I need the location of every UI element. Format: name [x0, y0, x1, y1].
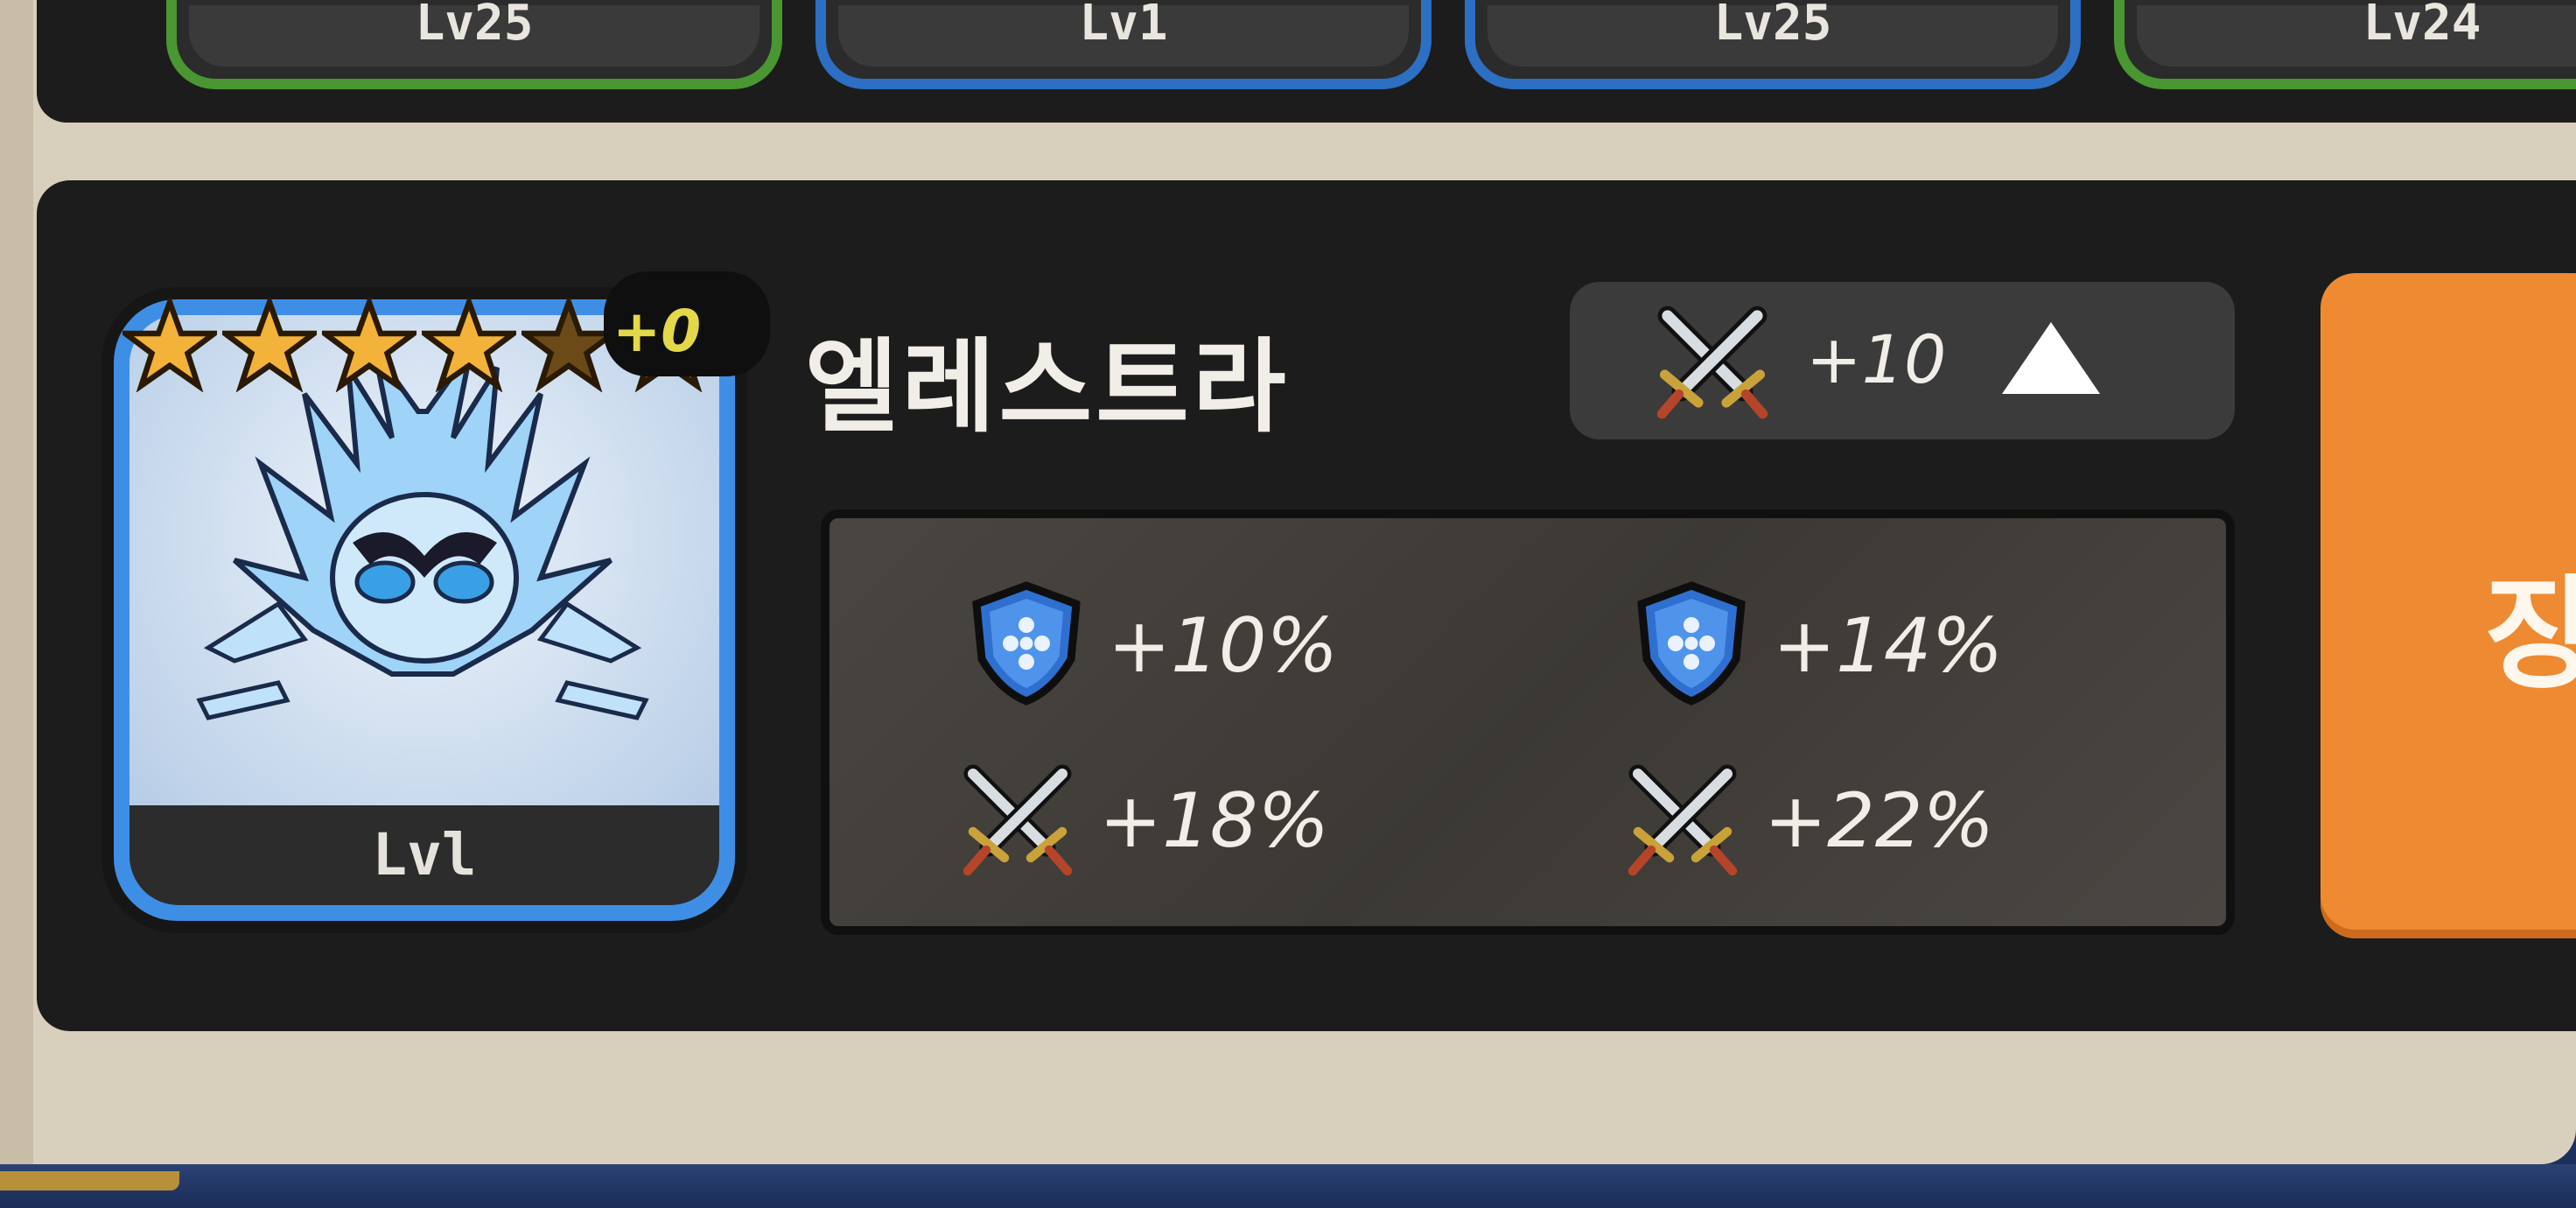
stat-value: +18% — [1099, 777, 1330, 865]
hero-card[interactable]: Lv1 — [816, 0, 1432, 89]
up-triangle-icon — [2002, 322, 2100, 394]
hero-card[interactable]: Lv25 — [166, 0, 782, 89]
shield-icon — [972, 581, 1081, 706]
star-icon — [122, 298, 217, 392]
hero-list-panel: Lv25 Lv1 Lv25 Lv24 — [37, 0, 2576, 123]
star-icon — [422, 298, 516, 392]
hero-card[interactable]: Lv25 — [1465, 0, 2081, 89]
bottom-bar — [0, 1164, 2576, 1208]
star-icon — [322, 298, 416, 392]
stat-value: +14% — [1773, 602, 2004, 690]
card-level: Lv25 — [1713, 0, 1832, 52]
attack-bonus-value: +10 — [1806, 320, 1947, 398]
equip-button[interactable]: 장 — [2320, 273, 2576, 938]
stats-panel: +10% +14% +18% +22% — [821, 509, 2235, 935]
crossed-swords-icon — [1628, 764, 1738, 876]
stat-value: +10% — [1108, 602, 1339, 690]
shield-icon — [1637, 581, 1746, 706]
crossed-swords-icon — [962, 764, 1073, 876]
bottom-tab[interactable] — [0, 1171, 179, 1190]
card-level: Lv1 — [1079, 0, 1168, 52]
hero-level: Lvl — [372, 821, 477, 888]
frame-edge — [0, 0, 33, 1164]
card-level: Lv24 — [2362, 0, 2482, 52]
hero-plus-level: +0 — [612, 298, 702, 365]
stat-value: +22% — [1764, 777, 1995, 865]
equip-button-label: 장 — [2485, 564, 2576, 706]
hero-name: 엘레스트라 — [805, 328, 1290, 446]
portrait-level-bar: Lvl — [130, 805, 719, 905]
crossed-swords-icon — [1656, 306, 1768, 419]
attack-bonus-box: +10 — [1570, 282, 2235, 439]
star-icon — [222, 298, 317, 392]
card-level: Lv25 — [415, 0, 534, 52]
hero-card[interactable]: Lv24 — [2114, 0, 2576, 89]
star-empty-icon — [522, 298, 616, 392]
